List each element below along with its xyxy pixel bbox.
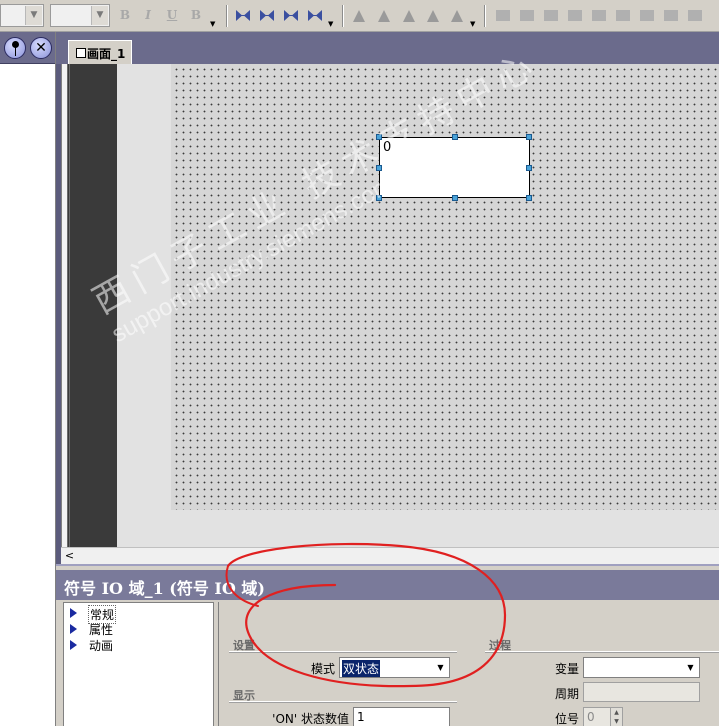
mode-select[interactable]: 双状态 ▼: [339, 657, 450, 678]
horizontal-scrollbar[interactable]: <: [61, 547, 719, 564]
align-objects-icon[interactable]: [282, 7, 300, 25]
rotate-icon[interactable]: [448, 7, 466, 25]
resize-handle[interactable]: [526, 165, 532, 171]
layout-ruler-strip: [67, 64, 117, 547]
align-middle-icon[interactable]: [590, 7, 608, 25]
underline-icon[interactable]: U: [164, 7, 180, 24]
align-objects-icon[interactable]: [258, 7, 276, 25]
on-state-label: 'ON' 状态数值: [272, 712, 349, 726]
resize-handle[interactable]: [526, 134, 532, 140]
properties-title-bar: 符号 IO 域_1 (符号 IO 域): [56, 570, 719, 600]
flip-icon[interactable]: [350, 7, 368, 25]
on-state-value-input[interactable]: 1: [353, 707, 450, 726]
align-top-icon[interactable]: [566, 7, 584, 25]
tree-item-label: 动画: [89, 639, 114, 653]
mode-value: 双状态: [342, 660, 381, 677]
variable-select[interactable]: ▼: [583, 657, 700, 678]
align-objects-icon[interactable]: [306, 7, 324, 25]
display-group-header: 显示: [229, 686, 457, 702]
align-right-icon[interactable]: [542, 7, 560, 25]
caret-down-icon[interactable]: ▼: [328, 20, 333, 28]
wincc-editor-window: ▼ ▼ B I U B ▼ ▼ ▼ ✕ 画面_1 0 西门子工业 技术支持中心 …: [0, 0, 719, 726]
chevron-down-icon: ▼: [687, 663, 694, 672]
align-bottom-icon[interactable]: [614, 7, 632, 25]
canvas-area: 0: [117, 64, 719, 547]
property-category-tree: 常规 属性 动画: [63, 602, 214, 726]
screen-canvas-grid[interactable]: 0: [171, 64, 719, 510]
resize-handle[interactable]: [452, 195, 458, 201]
bit-label: 位号: [554, 712, 579, 726]
io-field-value: 0: [383, 140, 392, 155]
screen-icon: [76, 48, 86, 58]
editor-body: 0 西门子工业 技术支持中心 support.industry.siemens.…: [61, 43, 719, 550]
screen-editor: 画面_1 0 西门子工业 技术支持中心 support.industry.sie…: [56, 32, 719, 564]
chevron-left-icon[interactable]: <: [61, 548, 78, 564]
property-detail-area: 设置 模式 双状态 ▼ 显示 'ON' 状态数值 1 过程 变量 ▼ 周期 位号…: [218, 602, 719, 726]
editor-tabstrip: 画面_1: [56, 32, 719, 64]
font-size-combo[interactable]: ▼: [50, 4, 110, 27]
rotate-icon[interactable]: [424, 7, 442, 25]
variable-label: 变量: [554, 662, 579, 676]
bold-icon[interactable]: B: [117, 7, 133, 24]
settings-group-header: 设置: [229, 636, 457, 652]
tree-item-label: 属性: [89, 623, 114, 637]
rotate-icon[interactable]: [400, 7, 418, 25]
align-left-icon[interactable]: [494, 7, 512, 25]
toolbar-separator: [484, 5, 486, 27]
caret-down-icon[interactable]: ▼: [470, 20, 475, 28]
distribute-icon[interactable]: [686, 7, 704, 25]
toolbar-separator: [342, 5, 344, 27]
distribute-icon[interactable]: [638, 7, 656, 25]
mode-label: 模式: [310, 662, 335, 676]
chevron-down-icon: ▼: [437, 663, 444, 672]
left-project-panel: ✕: [0, 32, 56, 726]
align-objects-icon[interactable]: [234, 7, 252, 25]
resize-handle[interactable]: [376, 165, 382, 171]
period-label: 周期: [554, 687, 579, 701]
resize-handle[interactable]: [376, 195, 382, 201]
resize-handle[interactable]: [452, 134, 458, 140]
bit-spinner: ▲ ▼: [610, 707, 623, 726]
resize-handle[interactable]: [376, 134, 382, 140]
arrow-right-icon: [70, 640, 77, 650]
font-name-combo[interactable]: ▼: [0, 4, 44, 27]
align-center-icon[interactable]: [518, 7, 536, 25]
distribute-icon[interactable]: [662, 7, 680, 25]
tab-label: 画面_1: [87, 47, 126, 61]
period-input: [583, 682, 700, 702]
caret-down-icon[interactable]: ▼: [210, 20, 215, 28]
resize-handle[interactable]: [526, 195, 532, 201]
toolbar: ▼ ▼ B I U B ▼ ▼ ▼: [0, 0, 719, 32]
font-style-icon[interactable]: B: [188, 7, 204, 24]
italic-icon[interactable]: I: [140, 7, 156, 24]
pin-icon[interactable]: [4, 37, 26, 59]
close-icon[interactable]: ✕: [30, 37, 52, 59]
properties-panel: 符号 IO 域_1 (符号 IO 域) 常规 属性 动画 设置 模式 双状态 ▼…: [56, 564, 719, 726]
tab-screen-1[interactable]: 画面_1: [68, 40, 132, 64]
chevron-down-icon: ▼: [91, 6, 108, 25]
bit-input: 0: [583, 707, 611, 726]
symbolic-io-field[interactable]: 0: [376, 134, 532, 201]
process-group-header: 过程: [485, 636, 719, 652]
arrow-right-icon: [70, 608, 77, 618]
toolbar-separator: [226, 5, 228, 27]
chevron-down-icon: ▼: [25, 6, 42, 25]
left-panel-header: ✕: [0, 32, 55, 64]
arrow-right-icon: [70, 624, 77, 634]
flip-icon[interactable]: [375, 7, 393, 25]
properties-title: 符号 IO 域_1 (符号 IO 域): [64, 579, 265, 598]
